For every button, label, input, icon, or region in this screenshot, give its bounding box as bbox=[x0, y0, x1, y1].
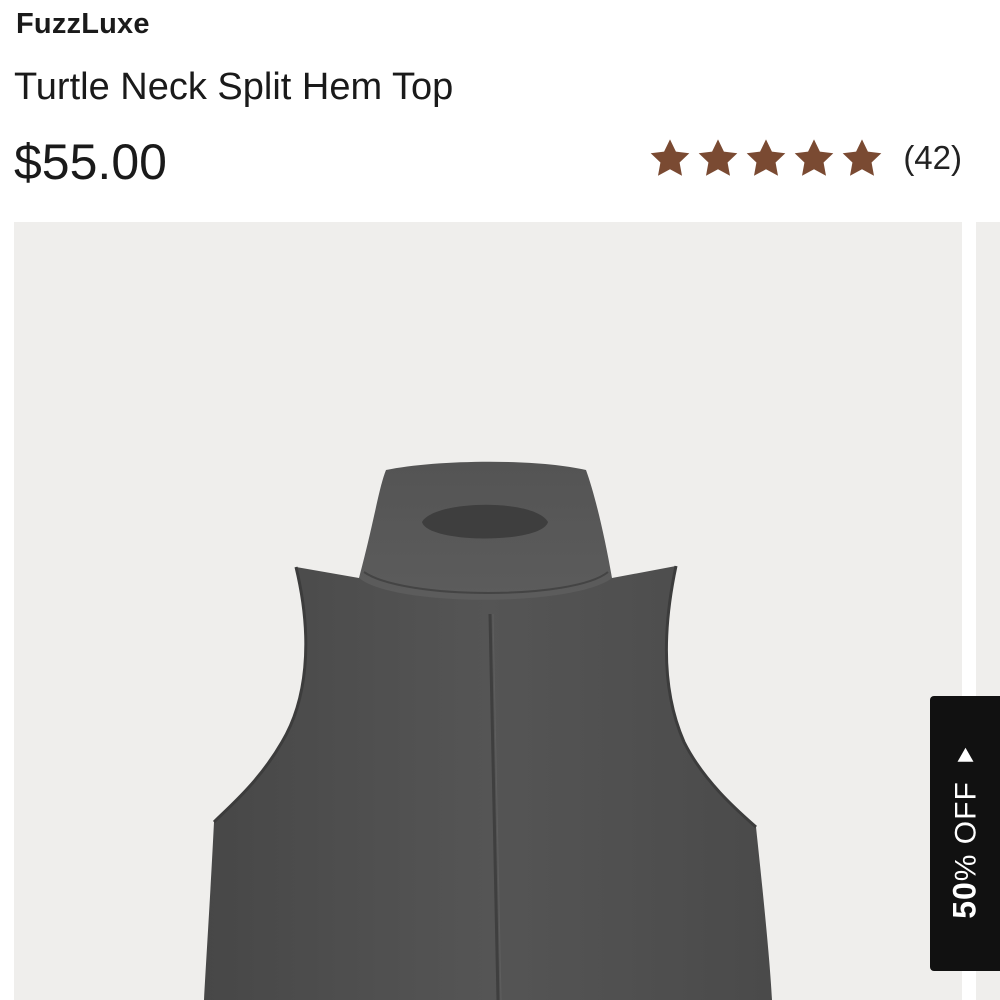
promo-label: 50% OFF bbox=[946, 781, 983, 919]
product-image-gallery[interactable] bbox=[0, 222, 1000, 1000]
product-price: $55.00 bbox=[14, 134, 167, 190]
rating[interactable]: (42) bbox=[649, 138, 962, 178]
brand-name[interactable]: FuzzLuxe bbox=[16, 8, 150, 41]
product-photo-illustration bbox=[204, 461, 772, 1000]
triangle-up-icon bbox=[957, 748, 973, 763]
star-icon bbox=[649, 138, 691, 178]
star-rating bbox=[649, 138, 883, 178]
review-count[interactable]: (42) bbox=[903, 139, 962, 177]
star-icon bbox=[745, 138, 787, 178]
star-icon bbox=[697, 138, 739, 178]
promo-discount-tab[interactable]: 50% OFF bbox=[930, 696, 1000, 971]
star-icon bbox=[841, 138, 883, 178]
product-title: Turtle Neck Split Hem Top bbox=[14, 66, 454, 108]
star-icon bbox=[793, 138, 835, 178]
product-image[interactable] bbox=[14, 222, 962, 1000]
